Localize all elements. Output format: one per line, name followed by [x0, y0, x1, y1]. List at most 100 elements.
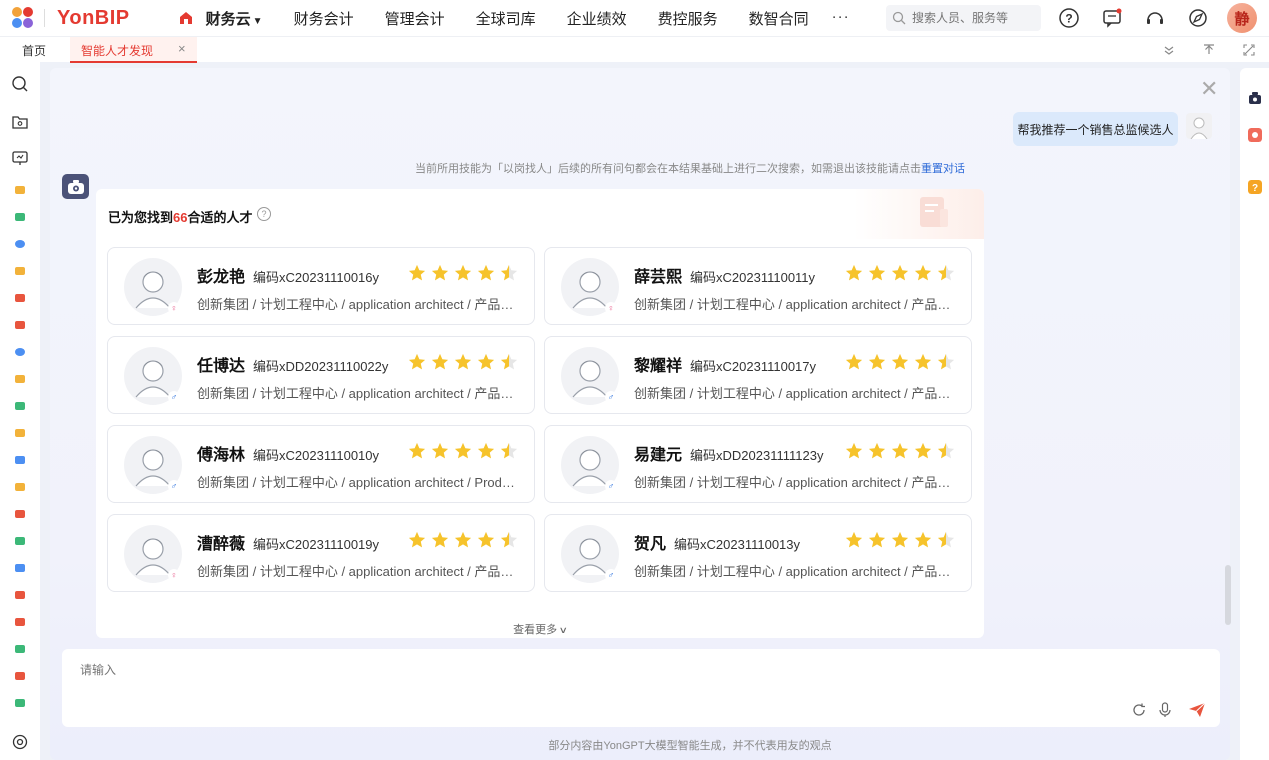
- chat-input-box[interactable]: [62, 649, 1220, 727]
- app-orange-icon[interactable]: ?: [1248, 180, 1262, 194]
- candidate-department: 创新集团 / 计划工程中心 / application architect / …: [197, 386, 522, 401]
- tab-close-icon[interactable]: ×: [178, 41, 186, 56]
- app-shortcut-icon[interactable]: [15, 645, 25, 653]
- app-shortcut-icon[interactable]: [15, 321, 25, 329]
- monitor-icon[interactable]: [11, 149, 29, 167]
- app-shortcut-icon[interactable]: [15, 483, 25, 491]
- candidate-card[interactable]: ♂ 任博达 编码xDD20231110022y 创新集团 / 计划工程中心 / app…: [107, 336, 535, 414]
- expand-icon[interactable]: [1239, 40, 1259, 60]
- see-more-button[interactable]: 查看更多 ∨: [50, 621, 1030, 637]
- nav-item-expense-control[interactable]: 费控服务: [658, 8, 718, 29]
- male-icon: ♂: [605, 569, 617, 581]
- star-icon: [937, 442, 955, 459]
- app-shortcut-icon[interactable]: [15, 429, 25, 437]
- app-shortcut-icon[interactable]: [15, 672, 25, 680]
- close-icon[interactable]: ✕: [1200, 76, 1218, 102]
- app-shortcut-icon[interactable]: [15, 510, 25, 518]
- user-avatar[interactable]: 静: [1227, 3, 1257, 33]
- headset-icon[interactable]: [1144, 7, 1166, 29]
- folder-icon[interactable]: [11, 113, 29, 131]
- star-icon: [845, 353, 863, 370]
- microphone-icon[interactable]: [1156, 701, 1174, 719]
- chat-panel: ✕ 帮我推荐一个销售总监候选人 当前所用技能为「以岗找人」后续的所有问句都会在本…: [50, 68, 1230, 760]
- reset-conversation-link[interactable]: 重置对话: [921, 163, 965, 175]
- candidate-name: 任博达 编码xDD20231110022y: [197, 358, 389, 375]
- rating-stars: [408, 531, 523, 549]
- candidate-card[interactable]: ♀ 薛芸熙 编码xC20231110011y 创新集团 / 计划工程中心 / appl…: [544, 247, 972, 325]
- candidate-name: 傅海林 编码xC20231110010y: [197, 447, 380, 464]
- help-icon[interactable]: ?: [1058, 7, 1080, 29]
- logo-divider: [44, 9, 45, 27]
- rating-stars: [845, 531, 960, 549]
- app-shortcut-icon[interactable]: [15, 456, 25, 464]
- send-icon[interactable]: [1188, 701, 1206, 719]
- settings-icon[interactable]: [11, 733, 29, 751]
- app-shortcut-icon[interactable]: [15, 618, 25, 626]
- message-icon[interactable]: [1101, 7, 1123, 29]
- tab-bar: 首页 智能人才发现 ×: [0, 36, 1269, 63]
- nav-item-management-accounting[interactable]: 管理会计: [385, 8, 445, 29]
- refresh-icon[interactable]: [1130, 701, 1148, 719]
- home-icon[interactable]: [178, 10, 194, 26]
- app-shortcut-icon[interactable]: [15, 564, 25, 572]
- app-shortcut-icon[interactable]: [15, 348, 25, 356]
- app-shortcut-icon[interactable]: [15, 537, 25, 545]
- app-shortcut-icon[interactable]: [15, 240, 25, 248]
- app-shortcut-icon[interactable]: [15, 591, 25, 599]
- help-circle-icon[interactable]: ?: [257, 207, 271, 221]
- chevron-down-icon[interactable]: [1159, 40, 1179, 60]
- robot-icon[interactable]: [1248, 91, 1262, 105]
- male-icon: ♂: [605, 391, 617, 403]
- candidate-name: 薛芸熙 编码xC20231110011y: [634, 269, 816, 286]
- app-shortcut-icon[interactable]: [15, 267, 25, 275]
- compass-icon[interactable]: [1187, 7, 1209, 29]
- candidate-card[interactable]: ♀ 彭龙艳 编码xC20231110016y 创新集团 / 计划工程中心 / appl…: [107, 247, 535, 325]
- star-icon: [937, 264, 955, 281]
- search-icon[interactable]: [11, 75, 29, 93]
- scrollbar[interactable]: [1225, 565, 1231, 625]
- tab-talent-discovery[interactable]: 智能人才发现 ×: [70, 37, 197, 63]
- search-input[interactable]: [912, 11, 1032, 25]
- star-icon: [408, 264, 426, 281]
- app-shortcut-icon[interactable]: [15, 213, 25, 221]
- app-shortcut-icon[interactable]: [15, 699, 25, 707]
- candidate-name: 黎耀祥 编码xC20231110017y: [634, 358, 817, 375]
- candidate-name: 贺凡 编码xC20231110013y: [634, 536, 801, 553]
- app-shortcut-icon[interactable]: [15, 375, 25, 383]
- rating-stars: [408, 442, 523, 460]
- nav-item-enterprise-performance[interactable]: 企业绩效: [567, 8, 627, 29]
- star-icon: [868, 531, 886, 548]
- tab-home[interactable]: 首页: [22, 42, 46, 59]
- svg-text:?: ?: [1252, 183, 1258, 194]
- document-decoration: [854, 189, 984, 239]
- result-count: 66: [173, 210, 188, 225]
- nav-item-finance-cloud[interactable]: 财务云 ▼: [206, 8, 263, 29]
- upload-icon[interactable]: [1199, 40, 1219, 60]
- star-icon: [454, 442, 472, 459]
- star-icon: [431, 353, 449, 370]
- chat-input[interactable]: [80, 661, 1080, 691]
- candidate-name: 漕醉薇 编码xC20231110019y: [197, 536, 380, 553]
- star-icon: [454, 353, 472, 370]
- global-search[interactable]: [886, 5, 1041, 31]
- nav-item-smart-contract[interactable]: 数智合同: [749, 8, 809, 29]
- candidate-card[interactable]: ♀ 漕醉薇 编码xC20231110019y 创新集团 / 计划工程中心 / appl…: [107, 514, 535, 592]
- candidate-card[interactable]: ♂ 易建元 编码xDD20231111123y 创新集团 / 计划工程中心 / app…: [544, 425, 972, 503]
- star-icon: [408, 353, 426, 370]
- result-title: 已为您找到66合适的人才: [108, 210, 253, 225]
- star-icon: [431, 264, 449, 281]
- candidate-card[interactable]: ♂ 傅海林 编码xC20231110010y 创新集团 / 计划工程中心 / appl…: [107, 425, 535, 503]
- app-red-icon[interactable]: [1248, 128, 1262, 142]
- app-shortcut-icon[interactable]: [15, 402, 25, 410]
- logo[interactable]: YonBIP: [12, 7, 130, 30]
- app-shortcut-icon[interactable]: [15, 294, 25, 302]
- candidate-card[interactable]: ♂ 贺凡 编码xC20231110013y 创新集团 / 计划工程中心 / appli…: [544, 514, 972, 592]
- star-icon: [868, 442, 886, 459]
- candidate-code: 编码xC20231110013y: [674, 537, 801, 552]
- nav-item-global-treasury[interactable]: 全球司库: [476, 8, 536, 29]
- star-icon: [454, 264, 472, 281]
- app-shortcut-icon[interactable]: [15, 186, 25, 194]
- nav-more-button[interactable]: ···: [832, 8, 850, 29]
- candidate-card[interactable]: ♂ 黎耀祥 编码xC20231110017y 创新集团 / 计划工程中心 / appl…: [544, 336, 972, 414]
- nav-item-financial-accounting[interactable]: 财务会计: [294, 8, 354, 29]
